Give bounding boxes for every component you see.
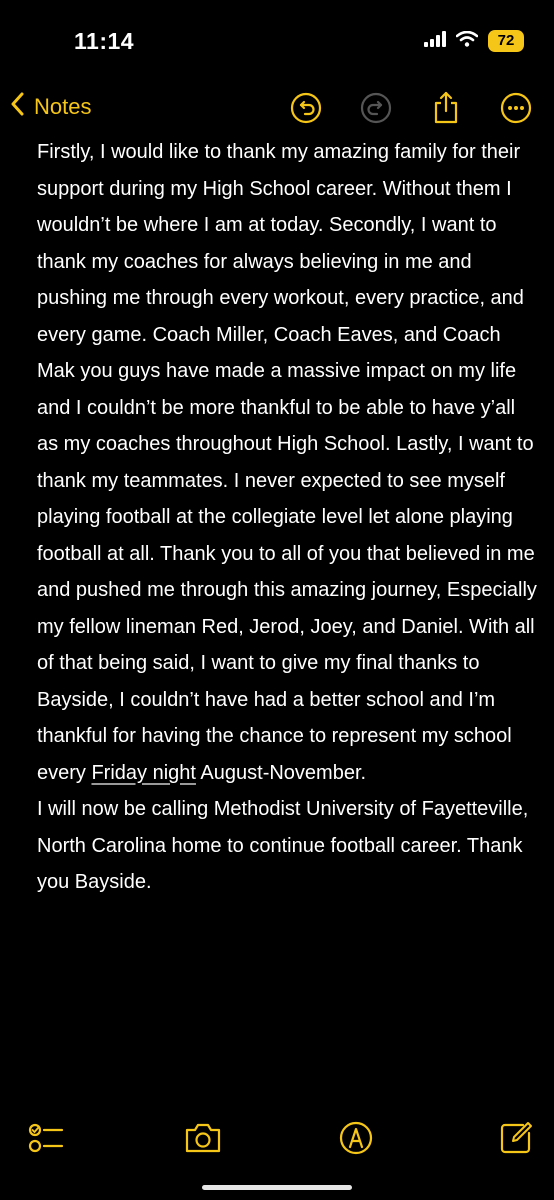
battery-indicator: 72 xyxy=(488,30,524,52)
undo-icon[interactable] xyxy=(288,90,324,126)
share-icon[interactable] xyxy=(428,90,464,126)
navigation-bar: Notes xyxy=(0,86,554,130)
back-button[interactable]: Notes xyxy=(10,92,91,122)
checklist-icon[interactable] xyxy=(26,1118,66,1158)
status-time: 11:14 xyxy=(74,28,135,54)
camera-icon[interactable] xyxy=(183,1118,223,1158)
wifi-icon xyxy=(455,30,479,52)
nav-actions xyxy=(288,90,534,126)
compose-icon[interactable] xyxy=(496,1118,536,1158)
status-icons: 72 xyxy=(424,30,524,52)
note-text-link[interactable]: Friday night xyxy=(91,762,196,784)
redo-icon[interactable] xyxy=(358,90,394,126)
home-indicator xyxy=(202,1185,352,1190)
note-text-part1: Firstly, I would like to thank my amazin… xyxy=(37,141,537,784)
cellular-signal-icon xyxy=(424,30,446,52)
back-label: Notes xyxy=(34,94,92,119)
status-bar: 11:14 72 xyxy=(0,0,554,80)
chevron-left-icon xyxy=(10,92,24,122)
note-text-part2: August-November. xyxy=(200,761,367,784)
markup-icon[interactable] xyxy=(336,1118,376,1158)
note-paragraph-1: Firstly, I would like to thank my amazin… xyxy=(37,134,537,791)
bottom-toolbar xyxy=(0,1118,554,1168)
note-body[interactable]: Firstly, I would like to thank my amazin… xyxy=(37,134,537,901)
note-paragraph-2: I will now be calling Methodist Universi… xyxy=(37,798,529,893)
more-icon[interactable] xyxy=(498,90,534,126)
